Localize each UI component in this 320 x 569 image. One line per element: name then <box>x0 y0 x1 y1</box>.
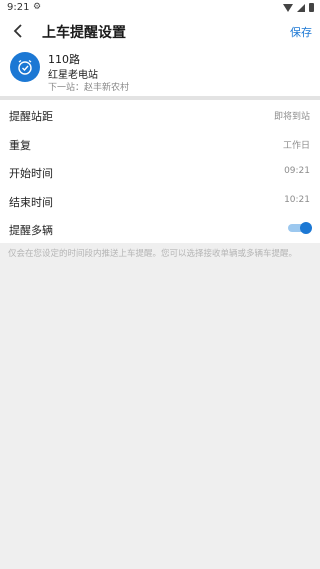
wifi-icon <box>283 3 293 12</box>
status-icons <box>283 3 314 12</box>
next-stop: 下一站：赵丰新农村 <box>48 83 130 93</box>
route-name: 110路 <box>48 53 80 66</box>
setting-label: 开始时间 <box>9 167 53 180</box>
route-card: 110路 红星老电站 下一站：赵丰新农村 <box>0 46 320 96</box>
save-button[interactable]: 保存 <box>290 24 312 40</box>
setting-end-time[interactable]: 结束时间 10:21 <box>0 186 320 215</box>
page-title: 上车提醒设置 <box>42 25 126 41</box>
signal-icon <box>297 3 305 12</box>
notification-icon: ⚙ <box>33 2 42 12</box>
route-station: 红星老电站 <box>48 70 98 81</box>
route-icon <box>10 52 40 82</box>
setting-label: 重复 <box>9 138 31 152</box>
settings-list: 提醒站距 即将到站 重复 工作日 开始时间 09:21 结束时间 10:21 提… <box>0 100 320 243</box>
setting-value: 工作日 <box>282 140 310 151</box>
alarm-clock-icon <box>18 59 32 75</box>
setting-label: 提醒多辆 <box>9 224 53 237</box>
setting-value: 即将到站 <box>273 112 310 122</box>
setting-value: 10:21 <box>284 194 310 205</box>
back-button[interactable] <box>6 18 30 44</box>
battery-icon <box>309 3 314 12</box>
setting-start-time[interactable]: 开始时间 09:21 <box>0 157 320 186</box>
status-bar: 9:21 ⚙ <box>0 0 320 16</box>
setting-value: 09:21 <box>284 166 310 176</box>
footnote-text: 仅会在您设定的时间段内推送上车提醒。您可以选择接收单辆或多辆车提醒。 <box>8 249 298 259</box>
app-header: 上车提醒设置 保存 <box>0 16 320 46</box>
multi-vehicle-toggle[interactable] <box>288 222 312 234</box>
setting-multi-vehicle: 提醒多辆 <box>0 214 320 243</box>
back-arrow-icon <box>13 24 22 38</box>
setting-label: 提醒站距 <box>9 110 53 123</box>
setting-repeat[interactable]: 重复 工作日 <box>0 129 320 158</box>
status-time: 9:21 <box>7 2 30 13</box>
toggle-thumb <box>300 222 312 234</box>
setting-label: 结束时间 <box>9 195 53 209</box>
setting-reminder-distance[interactable]: 提醒站距 即将到站 <box>0 100 320 129</box>
